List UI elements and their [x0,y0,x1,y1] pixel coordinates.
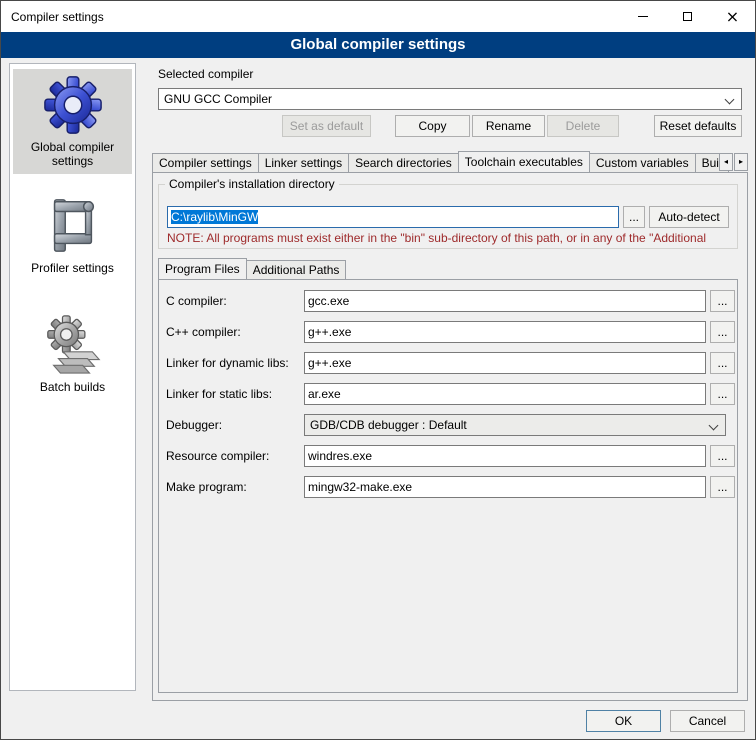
caption-buttons: × [620,1,755,32]
field-label: Linker for static libs: [166,383,272,405]
sidebar-item-label: Global compiler settings [15,140,130,168]
c-compiler-input[interactable] [304,290,706,312]
field-label: C compiler: [166,290,227,312]
make-program-input[interactable] [304,476,706,498]
settings-category-list: Global compiler settings [9,63,136,691]
rename-button[interactable]: Rename [472,115,545,137]
sidebar-item-global-compiler-settings[interactable]: Global compiler settings [13,69,132,174]
tab-additional-paths[interactable]: Additional Paths [246,260,347,279]
form-row: Resource compiler: ... [158,445,738,467]
tab-scroll-left-button[interactable]: ◂ [719,153,733,171]
debugger-value: GDB/CDB debugger : Default [310,418,467,432]
settings-tab-strip: Compiler settings Linker settings Search… [152,151,748,172]
delete-button[interactable]: Delete [547,115,619,137]
cancel-button[interactable]: Cancel [670,710,745,732]
auto-detect-button[interactable]: Auto-detect [649,206,729,228]
close-icon: × [726,9,739,25]
sidebar-item-batch-builds[interactable]: Batch builds [13,309,132,400]
field-label: Linker for dynamic libs: [166,352,289,374]
program-files-tab-strip: Program Files Additional Paths [158,258,345,279]
set-as-default-button[interactable]: Set as default [282,115,371,137]
chevron-down-icon [725,95,735,105]
form-row: Linker for static libs: ... [158,383,738,405]
make-program-browse-button[interactable]: ... [710,476,735,498]
tab-search-directories[interactable]: Search directories [348,153,459,172]
compiler-settings-dialog: Compiler settings × Global compiler sett… [0,0,756,740]
selected-compiler-value: GNU GCC Compiler [164,92,272,106]
form-row: Linker for dynamic libs: ... [158,352,738,374]
install-dir-browse-button[interactable]: ... [623,206,645,228]
cpp-compiler-browse-button[interactable]: ... [710,321,735,343]
selected-compiler-combobox[interactable]: GNU GCC Compiler [158,88,742,110]
install-dir-note: NOTE: All programs must exist either in … [167,231,739,245]
field-label: Resource compiler: [166,445,269,467]
ok-button[interactable]: OK [586,710,661,732]
chevron-down-icon [709,421,719,431]
form-row: C compiler: ... [158,290,738,312]
blue-gear-icon [42,74,104,136]
tab-program-files[interactable]: Program Files [158,258,247,279]
linker-static-input[interactable] [304,383,706,405]
form-row: Make program: ... [158,476,738,498]
maximize-icon [683,12,692,21]
form-row: Debugger: GDB/CDB debugger : Default [158,414,738,436]
copy-button[interactable]: Copy [395,115,470,137]
tab-compiler-settings[interactable]: Compiler settings [152,153,259,172]
title-bar[interactable]: Compiler settings × [1,1,755,32]
tab-toolchain-executables[interactable]: Toolchain executables [458,151,590,172]
c-compiler-browse-button[interactable]: ... [710,290,735,312]
scroll-left-icon: ◂ [724,157,728,166]
gray-gear-stack-icon [42,314,104,376]
window-title: Compiler settings [11,10,104,24]
minimize-icon [638,16,648,17]
tab-scroll-right-button[interactable]: ▸ [734,153,748,171]
reset-defaults-button[interactable]: Reset defaults [654,115,742,137]
sidebar-item-profiler-settings[interactable]: Profiler settings [13,190,132,281]
close-button[interactable]: × [710,1,755,32]
linker-dynamic-browse-button[interactable]: ... [710,352,735,374]
install-dir-value: C:\raylib\MinGW [171,210,258,224]
maximize-button[interactable] [665,1,710,32]
form-row: C++ compiler: ... [158,321,738,343]
install-dir-group-label: Compiler's installation directory [165,177,339,191]
minimize-button[interactable] [620,1,665,32]
resource-compiler-input[interactable] [304,445,706,467]
selected-compiler-label: Selected compiler [158,67,253,81]
linker-dynamic-input[interactable] [304,352,706,374]
sidebar-item-label: Profiler settings [15,261,130,275]
dialog-header: Global compiler settings [1,32,755,58]
profiler-tool-icon [42,195,104,257]
tab-custom-variables[interactable]: Custom variables [589,153,696,172]
field-label: Make program: [166,476,247,498]
scroll-right-icon: ▸ [739,157,743,166]
sidebar-item-label: Batch builds [15,380,130,394]
tab-linker-settings[interactable]: Linker settings [258,153,349,172]
install-dir-input[interactable]: C:\raylib\MinGW [167,206,619,228]
field-label: C++ compiler: [166,321,241,343]
debugger-select[interactable]: GDB/CDB debugger : Default [304,414,726,436]
resource-compiler-browse-button[interactable]: ... [710,445,735,467]
field-label: Debugger: [166,414,222,436]
cpp-compiler-input[interactable] [304,321,706,343]
linker-static-browse-button[interactable]: ... [710,383,735,405]
